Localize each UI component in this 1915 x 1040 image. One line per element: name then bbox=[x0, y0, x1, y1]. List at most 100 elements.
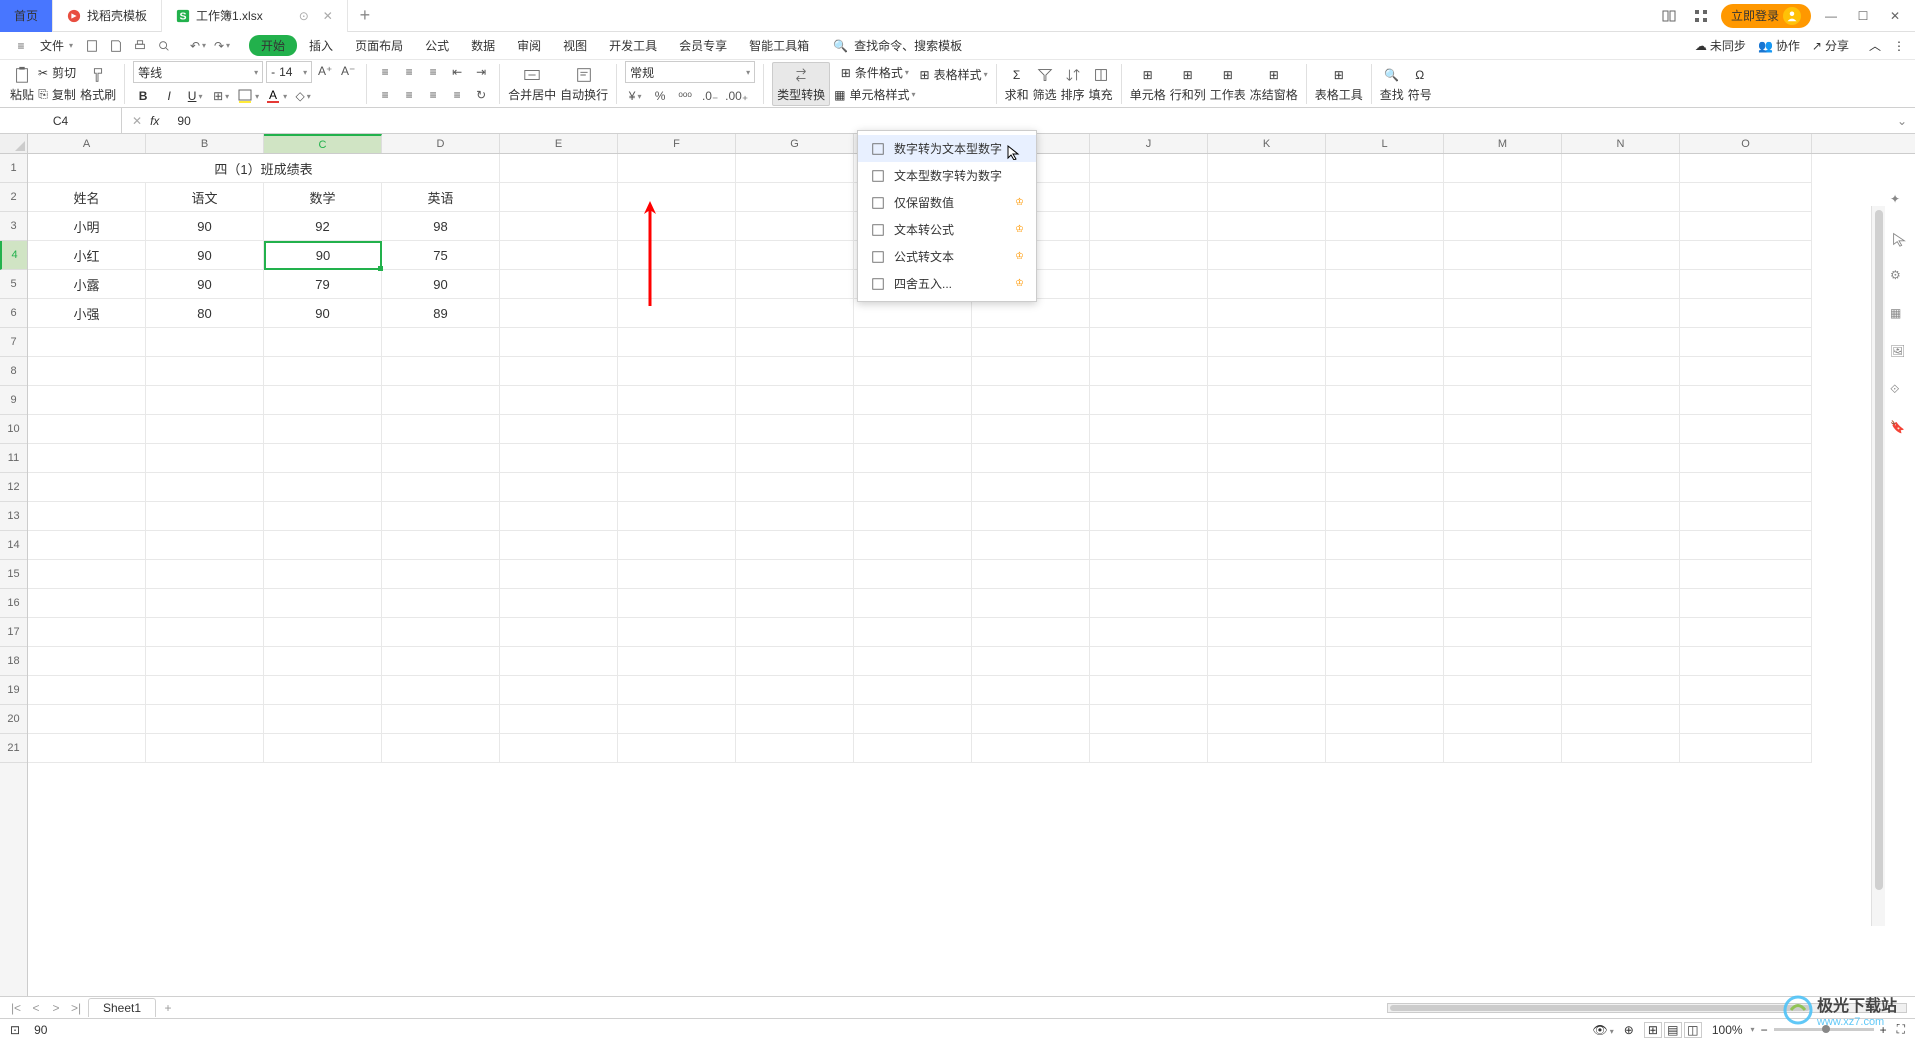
cell[interactable] bbox=[1326, 647, 1444, 676]
row-header[interactable]: 6 bbox=[0, 299, 27, 328]
cell[interactable]: 姓名 bbox=[28, 183, 146, 212]
cell[interactable] bbox=[382, 386, 500, 415]
cell[interactable] bbox=[500, 676, 618, 705]
collab-button[interactable]: 👥协作 bbox=[1758, 37, 1800, 54]
cell[interactable] bbox=[1090, 502, 1208, 531]
cell[interactable] bbox=[736, 734, 854, 763]
cell[interactable] bbox=[500, 531, 618, 560]
cell[interactable] bbox=[972, 705, 1090, 734]
cell[interactable] bbox=[1090, 473, 1208, 502]
cell[interactable] bbox=[146, 328, 264, 357]
cell[interactable] bbox=[854, 734, 972, 763]
cell[interactable] bbox=[972, 676, 1090, 705]
cell[interactable] bbox=[382, 328, 500, 357]
cell[interactable] bbox=[1680, 386, 1812, 415]
cell[interactable] bbox=[972, 473, 1090, 502]
cell[interactable] bbox=[382, 473, 500, 502]
cell[interactable] bbox=[1326, 299, 1444, 328]
cell[interactable] bbox=[1444, 241, 1562, 270]
tab-member[interactable]: 会员专享 bbox=[669, 33, 737, 58]
cell[interactable] bbox=[1208, 705, 1326, 734]
cell[interactable]: 90 bbox=[146, 212, 264, 241]
cell[interactable] bbox=[1444, 357, 1562, 386]
cell[interactable] bbox=[1680, 357, 1812, 386]
cell[interactable] bbox=[146, 444, 264, 473]
cell[interactable] bbox=[28, 444, 146, 473]
cell[interactable] bbox=[1680, 647, 1812, 676]
cell[interactable] bbox=[264, 589, 382, 618]
cell[interactable] bbox=[1090, 531, 1208, 560]
cell[interactable] bbox=[1562, 212, 1680, 241]
cell[interactable] bbox=[1208, 676, 1326, 705]
cell[interactable] bbox=[1208, 531, 1326, 560]
cell[interactable] bbox=[618, 647, 736, 676]
column-header[interactable]: M bbox=[1444, 134, 1562, 153]
dropdown-item[interactable]: 文本型数字转为数字 bbox=[858, 162, 1036, 189]
cell[interactable] bbox=[1562, 154, 1680, 183]
cell[interactable] bbox=[28, 734, 146, 763]
fx-icon[interactable]: fx bbox=[150, 114, 159, 128]
cell[interactable] bbox=[1562, 299, 1680, 328]
row-header[interactable]: 5 bbox=[0, 270, 27, 299]
cell[interactable] bbox=[618, 212, 736, 241]
cell[interactable]: 98 bbox=[382, 212, 500, 241]
column-header[interactable]: G bbox=[736, 134, 854, 153]
cell[interactable] bbox=[854, 676, 972, 705]
template-tab[interactable]: 找稻壳模板 bbox=[53, 0, 162, 32]
row-header[interactable]: 18 bbox=[0, 647, 27, 676]
cell[interactable]: 80 bbox=[146, 299, 264, 328]
cell[interactable] bbox=[1444, 154, 1562, 183]
cell[interactable] bbox=[1680, 415, 1812, 444]
cell[interactable] bbox=[854, 531, 972, 560]
cell[interactable] bbox=[1326, 328, 1444, 357]
cell[interactable] bbox=[618, 415, 736, 444]
cell[interactable] bbox=[500, 299, 618, 328]
cell[interactable] bbox=[1090, 299, 1208, 328]
cell[interactable] bbox=[854, 328, 972, 357]
cell[interactable] bbox=[1326, 386, 1444, 415]
worksheet-button[interactable]: ⊞工作表 bbox=[1210, 65, 1246, 103]
row-header[interactable]: 10 bbox=[0, 415, 27, 444]
cell[interactable] bbox=[736, 589, 854, 618]
align-right-icon[interactable]: ≡ bbox=[423, 85, 443, 105]
cell[interactable] bbox=[1562, 415, 1680, 444]
row-header[interactable]: 8 bbox=[0, 357, 27, 386]
cell[interactable] bbox=[1444, 734, 1562, 763]
cell[interactable] bbox=[618, 560, 736, 589]
cell[interactable] bbox=[28, 531, 146, 560]
cell[interactable] bbox=[1090, 676, 1208, 705]
cell[interactable] bbox=[1444, 212, 1562, 241]
column-header[interactable]: J bbox=[1090, 134, 1208, 153]
row-header[interactable]: 7 bbox=[0, 328, 27, 357]
row-header[interactable]: 1 bbox=[0, 154, 27, 183]
cell[interactable] bbox=[1680, 589, 1812, 618]
cell[interactable] bbox=[1326, 618, 1444, 647]
redo-icon[interactable]: ↷▾ bbox=[211, 35, 233, 57]
cell-style-button[interactable]: ▦单元格样式▾ bbox=[834, 85, 915, 105]
cell[interactable] bbox=[972, 502, 1090, 531]
cell[interactable] bbox=[1444, 183, 1562, 212]
font-size-select[interactable]: -14▾ bbox=[266, 61, 312, 83]
cell[interactable] bbox=[1208, 154, 1326, 183]
border-icon[interactable]: ⊞▾ bbox=[211, 86, 231, 106]
cell[interactable] bbox=[736, 444, 854, 473]
more-icon[interactable]: ⋮ bbox=[1893, 39, 1905, 53]
cell[interactable] bbox=[264, 618, 382, 647]
cell[interactable]: 小红 bbox=[28, 241, 146, 270]
cell[interactable] bbox=[618, 241, 736, 270]
window-layout-icon[interactable] bbox=[1657, 4, 1681, 28]
cell[interactable] bbox=[854, 705, 972, 734]
row-header[interactable]: 3 bbox=[0, 212, 27, 241]
cell[interactable] bbox=[264, 386, 382, 415]
cell[interactable] bbox=[1326, 270, 1444, 299]
cell[interactable] bbox=[382, 415, 500, 444]
indent-right-icon[interactable]: ⇥ bbox=[471, 62, 491, 82]
cell[interactable] bbox=[1444, 647, 1562, 676]
cell[interactable] bbox=[618, 705, 736, 734]
cell[interactable] bbox=[1444, 270, 1562, 299]
cell[interactable] bbox=[1326, 531, 1444, 560]
cell[interactable] bbox=[1444, 473, 1562, 502]
cell[interactable] bbox=[1562, 183, 1680, 212]
tab-developer[interactable]: 开发工具 bbox=[599, 33, 667, 58]
cell[interactable] bbox=[500, 647, 618, 676]
